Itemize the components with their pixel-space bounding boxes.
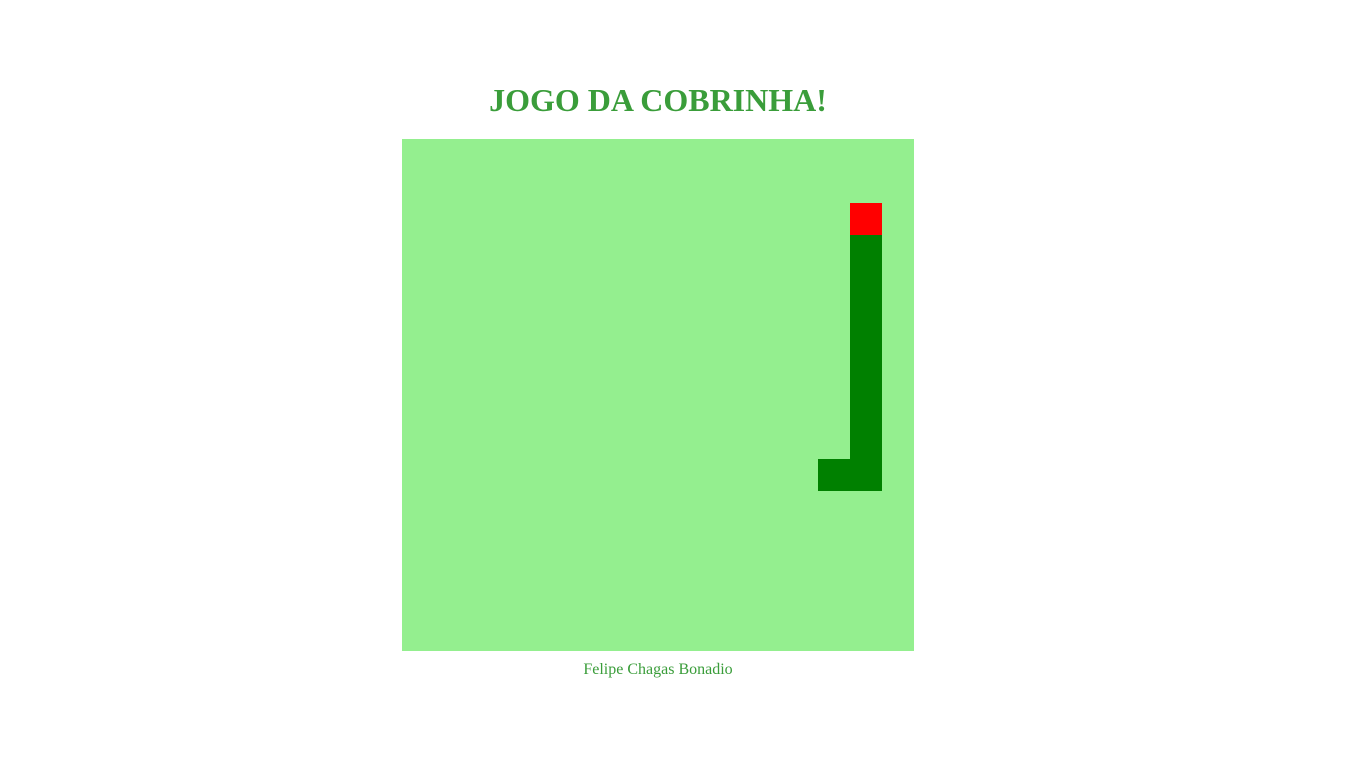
snake-segment — [850, 459, 882, 491]
snake-segment — [850, 395, 882, 427]
snake-segment — [850, 235, 882, 267]
snake-segment — [850, 267, 882, 299]
snake-segment — [850, 427, 882, 459]
game-board[interactable] — [402, 139, 914, 651]
page-title: JOGO DA COBRINHA! — [489, 82, 827, 118]
author-credit: Felipe Chagas Bonadio — [583, 661, 733, 678]
snake-segment — [850, 299, 882, 331]
game-page: JOGO DA COBRINHA! Felipe Chagas Bonadio — [0, 0, 1366, 768]
food-item — [850, 203, 882, 235]
snake-segment — [850, 331, 882, 363]
snake-segment — [818, 459, 850, 491]
snake-segment — [850, 363, 882, 395]
